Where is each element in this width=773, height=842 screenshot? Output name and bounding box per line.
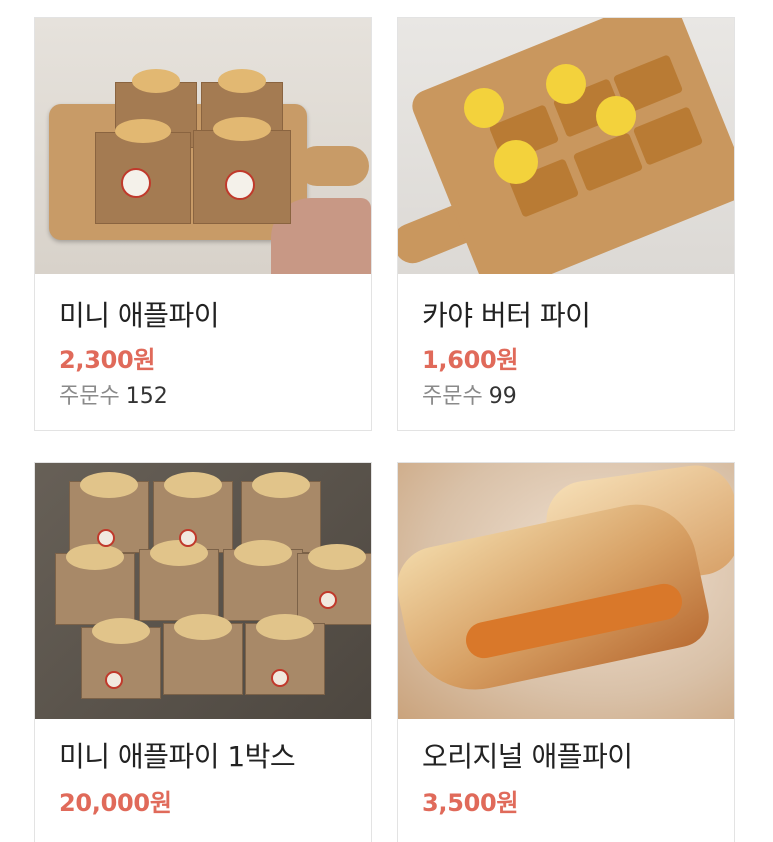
pie xyxy=(139,540,219,621)
product-title: 카야 버터 파이 xyxy=(422,299,591,332)
product-card[interactable]: 오리지널 애플파이 3,500원 xyxy=(397,462,735,842)
product-price: 20,000원 xyxy=(59,789,172,817)
order-count: 주문수 99 xyxy=(422,378,517,410)
product-title: 미니 애플파이 xyxy=(59,299,219,332)
product-price: 2,300원 xyxy=(59,346,156,374)
pie xyxy=(297,544,371,625)
apple-sticker-icon xyxy=(225,170,255,200)
pie xyxy=(223,540,303,621)
product-card[interactable]: 카야 버터 파이 1,600원 주문수 99 xyxy=(397,17,735,431)
product-image[interactable] xyxy=(398,18,734,274)
apple-sticker-icon xyxy=(121,168,151,198)
product-price: 1,600원 xyxy=(422,346,519,374)
product-card[interactable]: 미니 애플파이 1박스 20,000원 xyxy=(34,462,372,842)
pie xyxy=(163,614,243,695)
apple-sticker-icon xyxy=(271,669,289,687)
board-handle xyxy=(297,146,369,186)
order-count-label: 주문수 xyxy=(59,384,120,409)
apple-sticker-icon xyxy=(319,591,337,609)
order-count-value: 152 xyxy=(125,384,168,409)
apple-sticker-icon xyxy=(105,671,123,689)
pie xyxy=(55,544,135,625)
order-count-label: 주문수 xyxy=(422,384,483,409)
product-title: 미니 애플파이 1박스 xyxy=(59,740,296,773)
order-count-value: 99 xyxy=(488,384,517,409)
label-sticker-icon xyxy=(464,88,504,128)
product-image[interactable] xyxy=(35,18,371,274)
product-image[interactable] xyxy=(35,463,371,719)
product-price: 3,500원 xyxy=(422,789,519,817)
pie xyxy=(81,618,161,699)
product-card[interactable]: 미니 애플파이 2,300원 주문수 152 xyxy=(34,17,372,431)
label-sticker-icon xyxy=(494,140,538,184)
apple-sticker-icon xyxy=(97,529,115,547)
order-count: 주문수 152 xyxy=(59,378,168,410)
product-title: 오리지널 애플파이 xyxy=(422,740,633,773)
label-sticker-icon xyxy=(546,64,586,104)
label-sticker-icon xyxy=(596,96,636,136)
product-image[interactable] xyxy=(398,463,734,719)
apple-sticker-icon xyxy=(179,529,197,547)
